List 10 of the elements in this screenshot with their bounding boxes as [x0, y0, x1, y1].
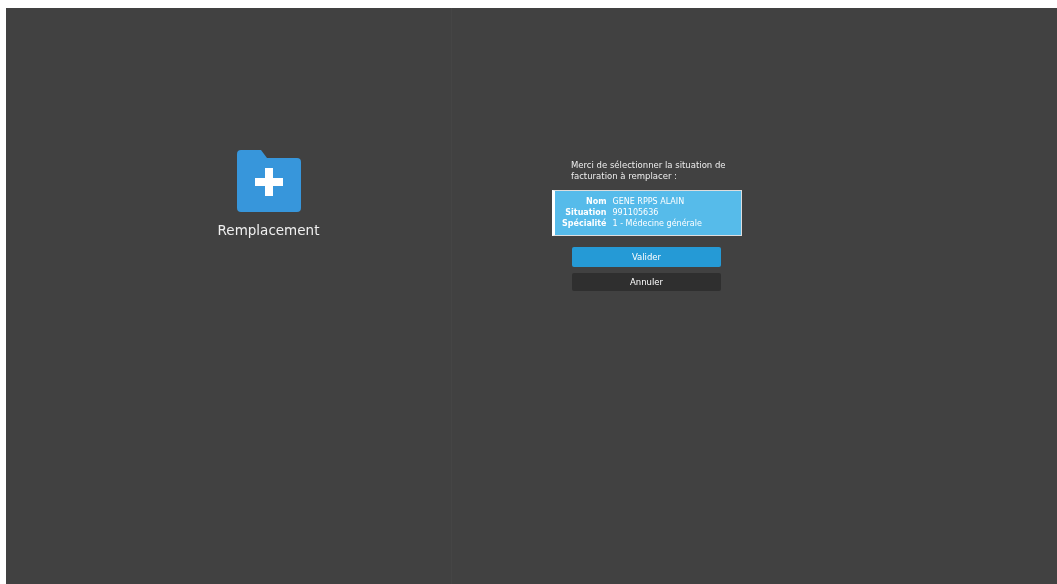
- field-label: Situation: [559, 207, 610, 219]
- field-label: Nom: [559, 197, 610, 208]
- field-value: 1 - Médecine générale: [611, 218, 703, 230]
- prompt-text: Merci de sélectionner la situation de facturation à remplacer :: [571, 160, 727, 183]
- cancel-button[interactable]: Annuler: [572, 273, 721, 292]
- field-label: Spécialité: [561, 218, 608, 230]
- field-value: GENE RPPS ALAIN: [611, 197, 686, 208]
- folder-add-icon[interactable]: [236, 150, 301, 212]
- shortcut-label[interactable]: Remplacement: [217, 220, 320, 241]
- field-value: 991105636: [609, 207, 705, 219]
